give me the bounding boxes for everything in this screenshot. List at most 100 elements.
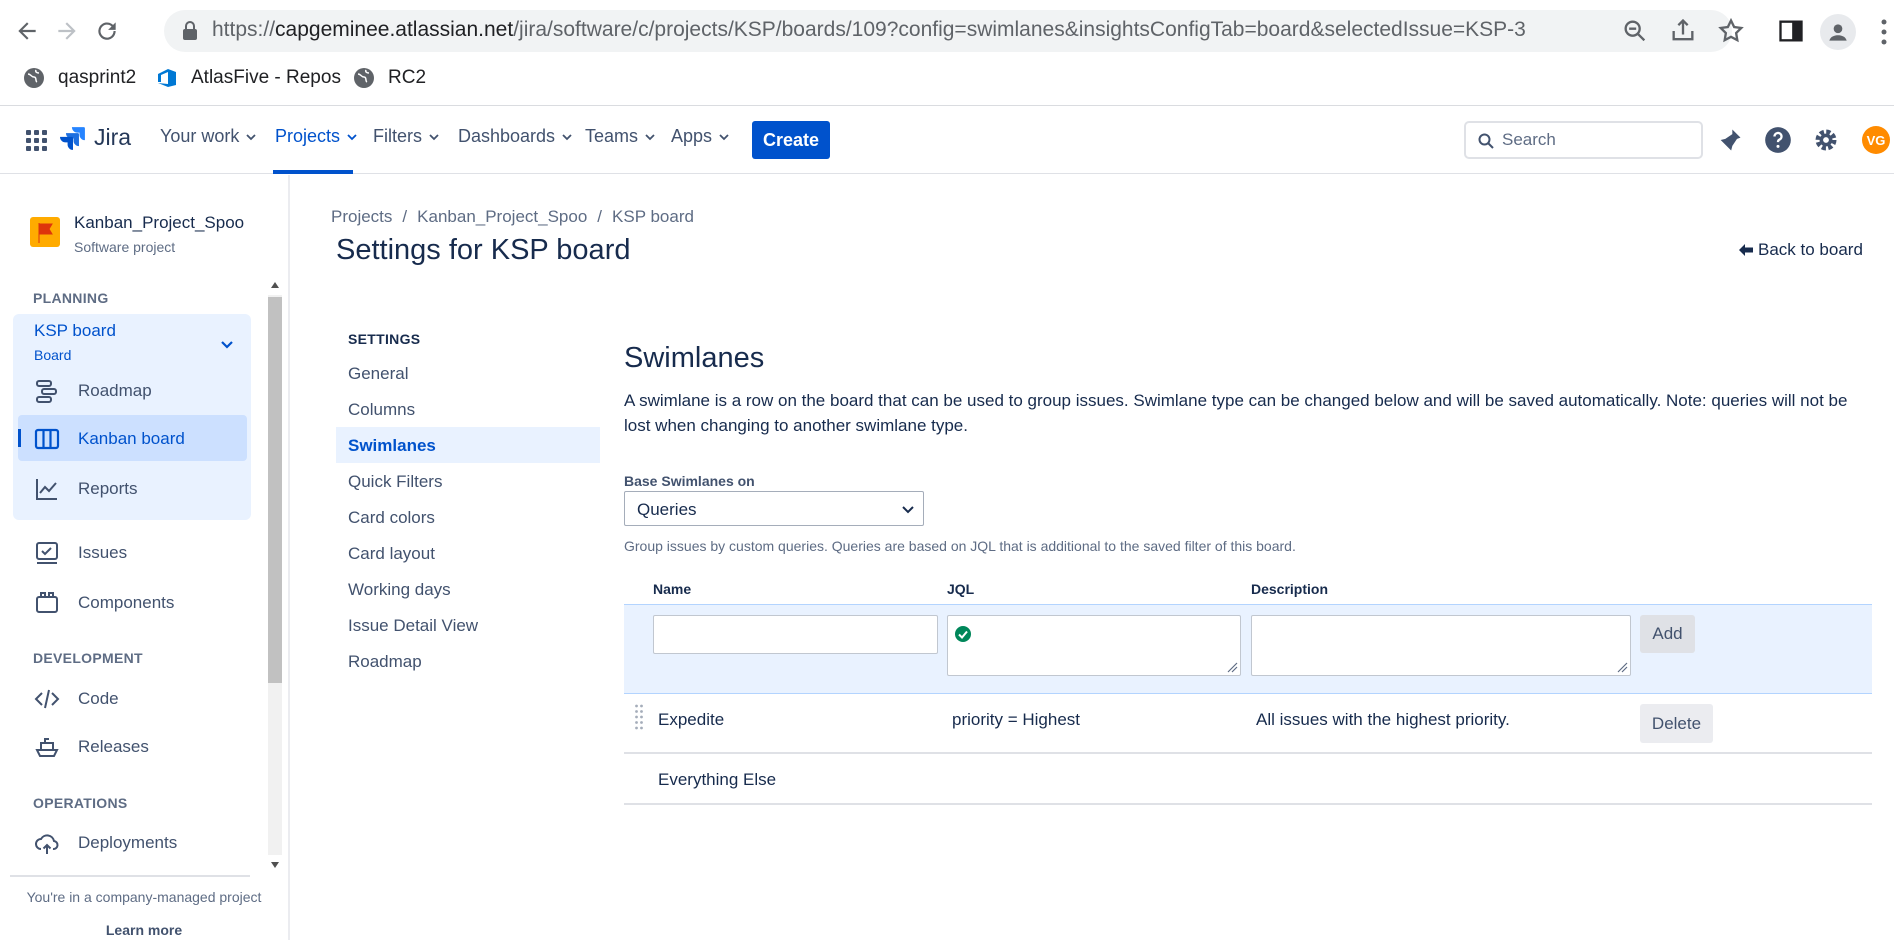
chevron-down-icon[interactable]	[220, 337, 234, 351]
operations-heading: OPERATIONS	[33, 795, 128, 811]
sidebar-item-kanban-board[interactable]: Kanban board	[34, 419, 185, 459]
resize-handle-icon[interactable]	[1616, 661, 1628, 673]
sidebar-item-reports[interactable]: Reports	[34, 469, 138, 509]
azure-devops-icon	[158, 69, 176, 87]
chrome-menu-icon[interactable]	[1880, 18, 1888, 46]
avatar[interactable]: VG	[1862, 126, 1890, 154]
swimlane-description[interactable]: All issues with the highest priority.	[1256, 710, 1510, 730]
settings-item-issue-detail-view[interactable]: Issue Detail View	[348, 616, 478, 636]
sidebar-item-releases[interactable]: Releases	[34, 727, 149, 767]
reload-icon[interactable]	[90, 14, 124, 48]
bookmark-label: qasprint2	[58, 67, 137, 88]
nav-dashboards[interactable]: Dashboards	[458, 126, 573, 147]
swimlane-name: Everything Else	[658, 770, 777, 789]
back-to-board-link[interactable]: Back to board	[1738, 240, 1863, 260]
new-swimlane-name-input[interactable]	[653, 615, 938, 654]
nav-your-work[interactable]: Your work	[160, 126, 257, 147]
sidebar-item-issues[interactable]: Issues	[34, 533, 127, 573]
column-header-name: Name	[653, 581, 692, 597]
sidebar-item-deployments[interactable]: Deployments	[34, 823, 177, 863]
scroll-thumb[interactable]	[268, 297, 282, 683]
nav-teams[interactable]: Teams	[585, 126, 656, 147]
scroll-down-icon[interactable]	[270, 861, 280, 869]
settings-item-columns[interactable]: Columns	[348, 400, 415, 420]
code-icon	[34, 689, 60, 709]
project-type: Software project	[74, 239, 176, 255]
chevron-down-icon	[562, 133, 572, 140]
board-switcher[interactable]: KSP board	[34, 321, 116, 341]
zoom-icon[interactable]	[1621, 17, 1649, 45]
nav-projects[interactable]: Projects	[275, 126, 358, 147]
bookmark-qasprint2[interactable]: qasprint2	[22, 64, 136, 92]
lock-icon[interactable]	[180, 20, 200, 42]
jira-logo[interactable]: Jira	[60, 124, 131, 151]
settings-item-working-days[interactable]: Working days	[348, 580, 451, 600]
side-panel-icon[interactable]	[1777, 17, 1805, 45]
components-icon	[36, 592, 58, 613]
search-field[interactable]	[1464, 121, 1703, 159]
base-swimlanes-label: Base Swimlanes on	[624, 473, 755, 489]
sidebar-item-roadmap[interactable]: Roadmap	[34, 371, 152, 411]
nav-label: Apps	[671, 126, 713, 146]
url-text[interactable]: https://capgeminee.atlassian.net/jira/so…	[212, 18, 1526, 42]
resize-handle-icon[interactable]	[1226, 661, 1238, 673]
nav-label: Filters	[373, 126, 422, 146]
settings-item-swimlanes[interactable]: Swimlanes	[348, 436, 436, 456]
help-icon[interactable]	[1764, 126, 1792, 154]
new-swimlane-jql-input[interactable]	[947, 615, 1241, 676]
star-icon[interactable]	[1717, 17, 1745, 45]
learn-more-link[interactable]: Learn more	[0, 922, 288, 938]
nav-filters[interactable]: Filters	[373, 126, 440, 147]
breadcrumb-board[interactable]: KSP board	[612, 207, 694, 227]
drag-handle-icon[interactable]	[634, 703, 644, 731]
delete-swimlane-button[interactable]: Delete	[1640, 704, 1713, 743]
row-divider	[624, 752, 1872, 754]
add-swimlane-button[interactable]: Add	[1640, 615, 1695, 653]
create-button[interactable]: Create	[752, 121, 830, 159]
settings-item-roadmap[interactable]: Roadmap	[348, 652, 422, 672]
bookmark-atlasfive-repos[interactable]: AtlasFive - Repos	[155, 64, 341, 92]
nav-label: Dashboards	[458, 126, 556, 146]
settings-item-card-colors[interactable]: Card colors	[348, 508, 435, 528]
sidebar-scrollbar[interactable]	[264, 275, 286, 873]
profile-icon[interactable]	[1820, 14, 1856, 50]
board-icon	[34, 428, 60, 450]
project-name[interactable]: Kanban_Project_Spoo	[74, 213, 244, 233]
new-swimlane-description-input[interactable]	[1251, 615, 1631, 676]
settings-item-card-layout[interactable]: Card layout	[348, 544, 435, 564]
base-swimlanes-select[interactable]: Queries	[624, 491, 924, 526]
sidebar-item-components[interactable]: Components	[34, 583, 174, 623]
settings-heading: SETTINGS	[348, 331, 421, 347]
bookmark-rc2[interactable]: RC2	[352, 64, 426, 92]
board-type-label: Board	[34, 347, 72, 363]
notifications-icon[interactable]	[1716, 126, 1744, 154]
scroll-up-icon[interactable]	[270, 281, 280, 289]
back-arrow-icon[interactable]	[10, 14, 44, 48]
breadcrumb-separator: /	[597, 207, 603, 226]
settings-item-quick-filters[interactable]: Quick Filters	[348, 472, 442, 492]
share-icon[interactable]	[1669, 17, 1697, 45]
page-title: Settings for KSP board	[336, 234, 631, 266]
settings-item-general[interactable]: General	[348, 364, 408, 384]
sidebar-item-code[interactable]: Code	[34, 679, 119, 719]
breadcrumb-projects[interactable]: Projects	[331, 207, 392, 227]
back-to-board-label: Back to board	[1758, 240, 1863, 259]
forward-arrow-icon[interactable]	[50, 14, 84, 48]
app-switcher-icon[interactable]	[24, 128, 48, 152]
swimlane-name[interactable]: Expedite	[658, 710, 724, 730]
breadcrumb-project[interactable]: Kanban_Project_Spoo	[417, 207, 587, 227]
sidebar-item-label: Kanban board	[78, 429, 185, 448]
jira-logo-text: Jira	[94, 124, 132, 150]
search-input[interactable]	[1502, 128, 1692, 152]
company-managed-note: You're in a company-managed project	[26, 889, 262, 905]
settings-gear-icon[interactable]	[1812, 126, 1840, 154]
swimlane-jql[interactable]: priority = Highest	[952, 710, 1080, 730]
nav-apps[interactable]: Apps	[671, 126, 730, 147]
sidebar-item-label: Deployments	[78, 833, 178, 852]
roadmap-icon	[36, 380, 57, 403]
reports-icon	[36, 479, 57, 500]
column-header-description: Description	[1251, 581, 1329, 597]
nav-label: Teams	[585, 126, 639, 146]
jql-valid-check-icon	[955, 626, 971, 642]
selected-item-indicator	[18, 429, 21, 447]
